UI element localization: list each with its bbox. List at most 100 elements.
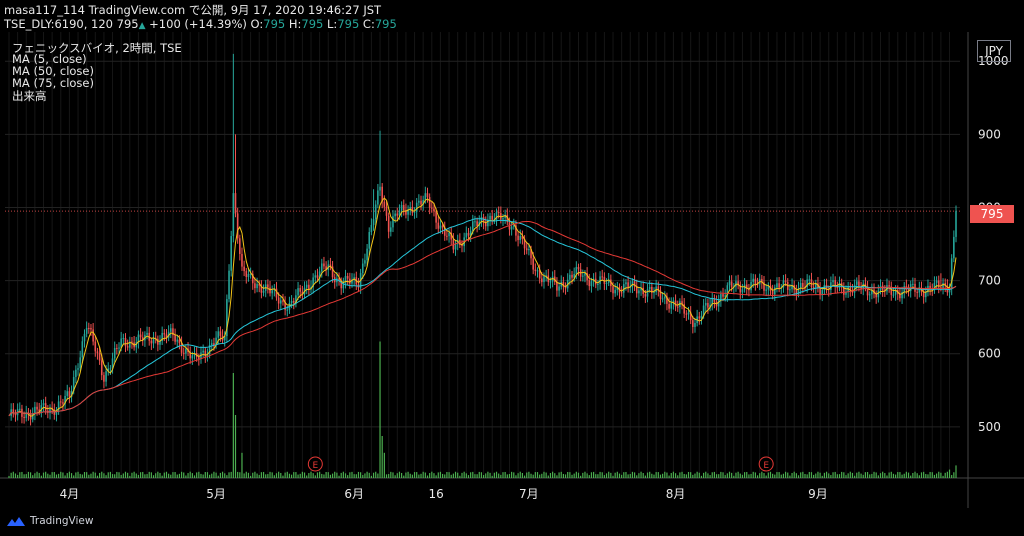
candle-body: [96, 351, 99, 354]
volume-bar: [40, 475, 42, 478]
candle-body: [44, 403, 47, 411]
volume-bar: [795, 473, 797, 478]
volume-bar: [131, 472, 133, 478]
volume-bar: [385, 474, 388, 478]
candle-body: [118, 347, 120, 349]
volume-bar: [508, 473, 511, 478]
volume-bar: [539, 474, 541, 478]
volume-bar: [690, 472, 692, 478]
candle-body: [191, 355, 194, 359]
candle-body: [75, 369, 77, 378]
volume-bar: [21, 471, 23, 478]
candle-body: [532, 258, 534, 270]
volume-bar: [92, 471, 94, 478]
volume-bar: [217, 475, 219, 478]
volume-bar: [431, 471, 433, 478]
volume-bar: [310, 471, 312, 478]
volume-bar: [841, 471, 843, 478]
volume-bar: [549, 473, 552, 478]
candle-body: [256, 284, 258, 289]
candle-body: [439, 225, 442, 229]
currency-button[interactable]: JPY: [977, 40, 1011, 62]
volume-bar: [724, 475, 726, 478]
volume-bar: [86, 472, 88, 478]
volume-bar: [118, 472, 120, 478]
volume-bar: [489, 472, 491, 478]
volume-bar: [692, 474, 694, 478]
volume-bar: [942, 475, 944, 478]
volume-bar: [342, 471, 344, 478]
volume-bar: [290, 474, 293, 478]
candle-body: [152, 337, 155, 344]
candle-body: [320, 263, 323, 272]
volume-bar: [426, 475, 429, 478]
volume-bar: [252, 472, 254, 478]
volume-bar: [474, 474, 476, 478]
volume-bar: [603, 475, 605, 478]
volume-bar: [933, 474, 936, 478]
volume-bar: [297, 474, 299, 478]
price-chart[interactable]: 50060070080090010004月5月6月167月8月9月EE: [0, 0, 1024, 536]
candle-body: [605, 282, 608, 284]
candle-body: [316, 275, 319, 278]
volume-bar: [877, 475, 879, 478]
candle-body: [569, 274, 571, 280]
volume-bar: [163, 472, 165, 478]
volume-bar: [743, 472, 746, 478]
volume-bar: [146, 474, 148, 478]
volume-bar: [150, 472, 152, 478]
volume-bar: [58, 473, 60, 478]
candle-body: [646, 289, 649, 297]
candle-body: [776, 283, 778, 288]
candle-body: [176, 339, 179, 342]
volume-bar: [951, 475, 953, 478]
volume-bar: [260, 472, 262, 478]
volume-bar: [129, 475, 131, 478]
candle-body: [722, 294, 724, 297]
volume-bar: [401, 472, 403, 478]
volume-bar: [353, 474, 355, 478]
volume-bar: [36, 471, 38, 478]
volume-bar: [314, 475, 316, 478]
volume-bar: [513, 472, 515, 478]
candle-body: [390, 227, 392, 232]
candle-body: [185, 348, 187, 354]
volume-bar: [398, 471, 401, 478]
candle-body: [942, 283, 944, 289]
volume-bar: [955, 465, 957, 478]
volume-bar: [901, 474, 903, 478]
candle-body: [415, 202, 418, 212]
volume-bar: [493, 472, 495, 478]
volume-bar: [107, 472, 109, 478]
candle-body: [385, 206, 388, 216]
volume-bar: [761, 471, 763, 478]
volume-bar: [571, 474, 573, 478]
volume-bar: [383, 452, 385, 478]
candle-body: [808, 279, 811, 281]
volume-bar: [144, 474, 146, 478]
volume-bar: [55, 474, 58, 478]
volume-bar: [530, 473, 532, 478]
candle-body: [860, 287, 862, 289]
volume-bar: [122, 473, 124, 478]
candle-body: [953, 236, 955, 259]
volume-bar: [748, 474, 750, 478]
volume-bar: [804, 473, 806, 478]
legend-volume: 出来高: [12, 89, 47, 103]
volume-bar: [323, 474, 325, 478]
volume-bar: [793, 471, 795, 478]
candle-body: [228, 270, 230, 300]
volume-bar: [178, 473, 181, 478]
candle-body: [653, 292, 655, 294]
volume-bar: [502, 472, 504, 478]
volume-bar: [879, 473, 882, 478]
volume-bar: [139, 472, 142, 478]
volume-bar: [862, 474, 864, 478]
candle-body: [174, 335, 176, 342]
tradingview-brand[interactable]: TradingView: [6, 515, 93, 527]
volume-bar: [892, 473, 895, 478]
candle-body: [778, 283, 780, 288]
volume-bar: [241, 452, 243, 478]
volume-bar: [278, 471, 280, 478]
volume-bar: [452, 473, 454, 478]
